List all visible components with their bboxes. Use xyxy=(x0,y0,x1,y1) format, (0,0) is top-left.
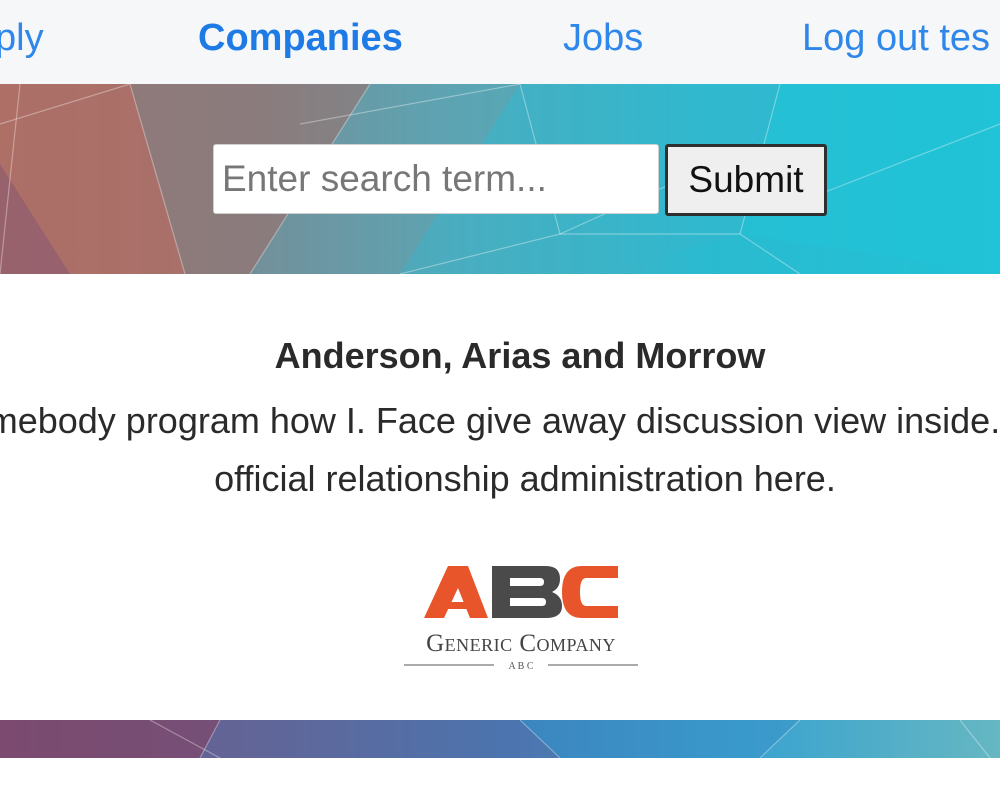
top-navbar: ply Companies Jobs Log out tes xyxy=(0,0,1000,85)
company-card[interactable]: Anderson, Arias and Morrow omebody progr… xyxy=(0,274,1000,720)
nav-link-companies[interactable]: Companies xyxy=(198,14,403,62)
search-input[interactable] xyxy=(213,144,659,214)
company-name: Anderson, Arias and Morrow xyxy=(274,335,766,376)
company-logo: Generic Company A B C xyxy=(396,560,646,672)
nav-link-jobs[interactable]: Jobs xyxy=(563,14,643,62)
search-hero-banner: Submit xyxy=(0,84,1000,274)
logo-subtext: A B C xyxy=(508,661,533,672)
next-card-banner xyxy=(0,720,1000,758)
page: ply Companies Jobs Log out tes Enter sea… xyxy=(0,0,1000,800)
nav-link-logout[interactable]: Log out tes xyxy=(802,14,990,62)
logo-company-name: Generic Company xyxy=(426,630,616,657)
nav-link-apply[interactable]: ply xyxy=(0,14,44,62)
logo-underline: A B C xyxy=(404,661,638,672)
logo-text: Generic Company xyxy=(396,630,646,658)
abc-logo-mark xyxy=(424,566,618,618)
company-description: omebody program how I. Face give away di… xyxy=(0,400,1000,499)
submit-button[interactable]: Submit xyxy=(665,144,827,216)
bottom-background-pattern xyxy=(0,720,991,758)
